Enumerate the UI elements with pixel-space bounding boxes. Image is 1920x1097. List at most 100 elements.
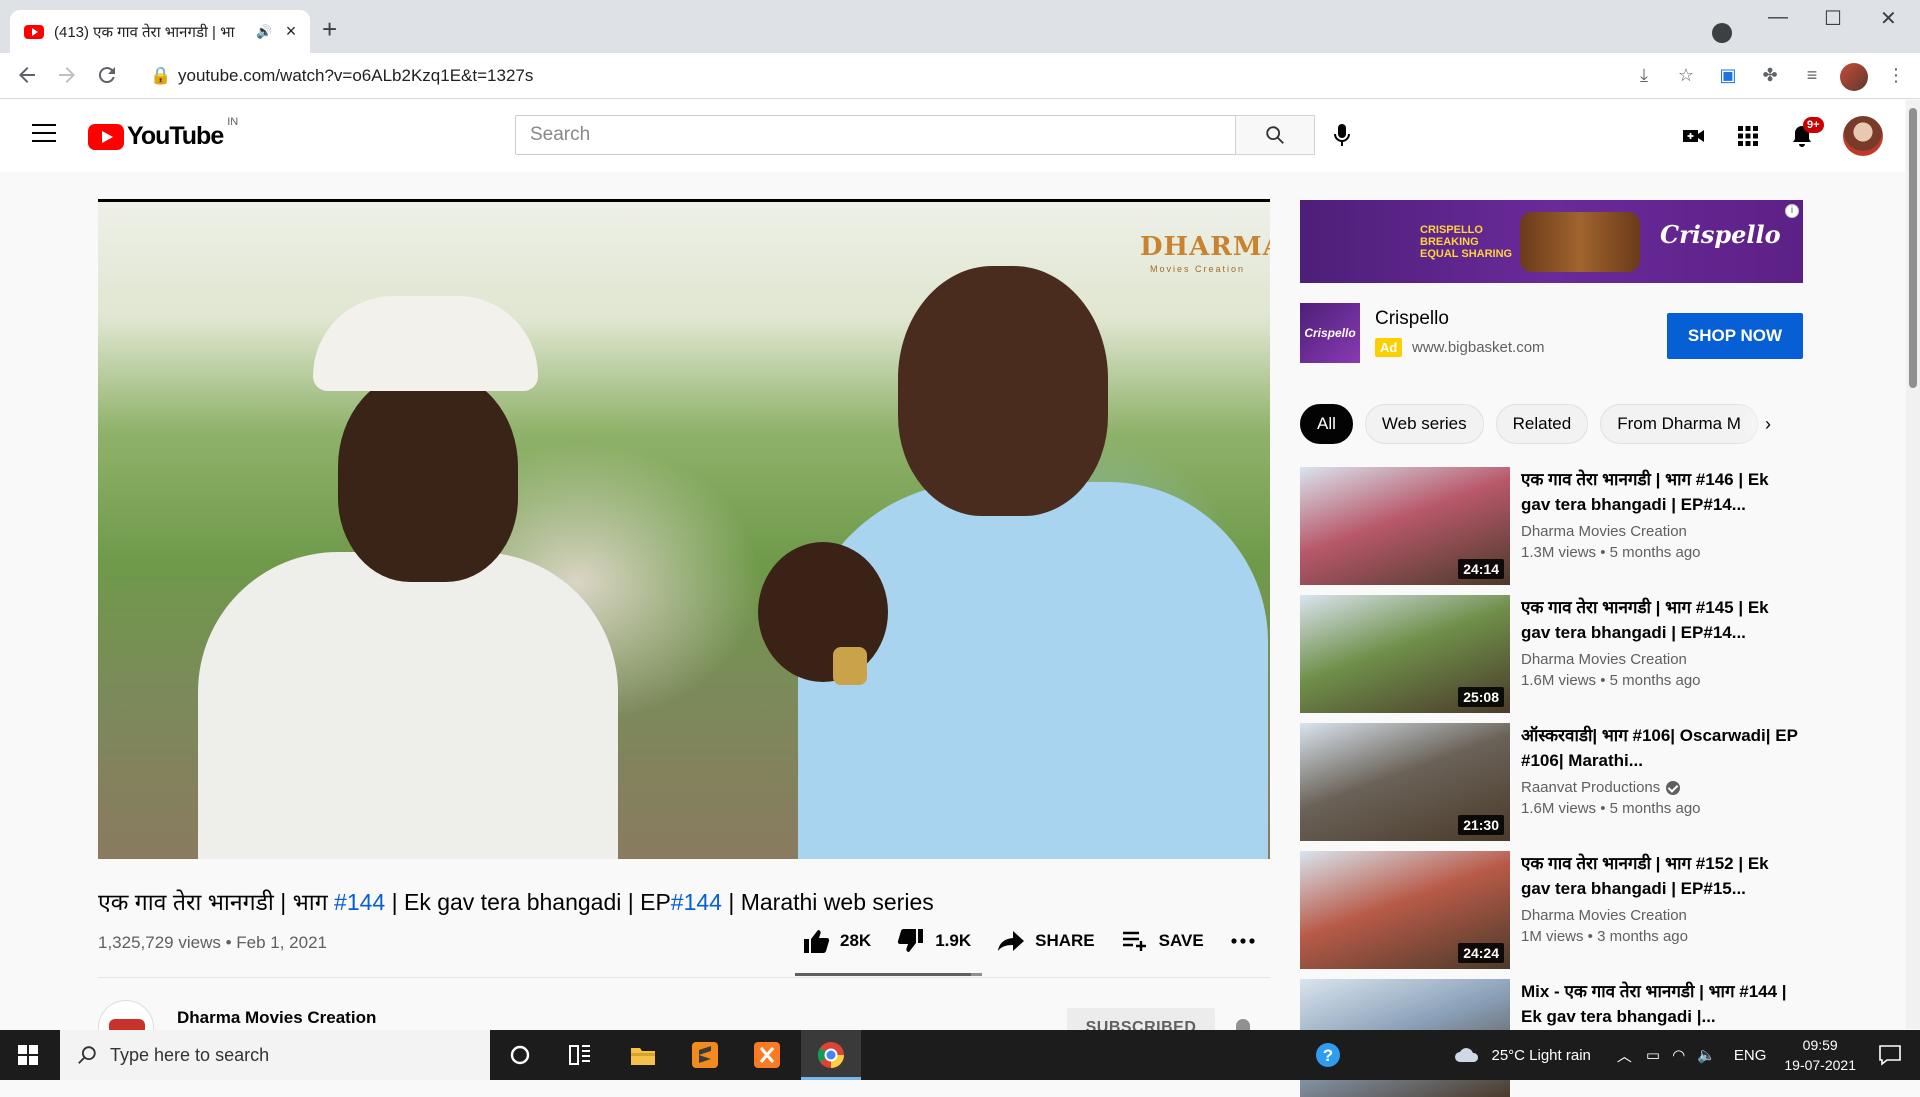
recommendation-item[interactable]: 24:14 एक गाव तेरा भानगडी | भाग #146 | Ek … — [1300, 467, 1805, 585]
forward-arrow-icon[interactable] — [55, 63, 79, 87]
shop-now-button[interactable]: SHOP NOW — [1667, 313, 1803, 359]
recommendation-title[interactable]: Mix - एक गाव तेरा भानगडी | भाग #144 | Ek… — [1521, 979, 1800, 1029]
battery-icon[interactable]: ▭ — [1646, 1046, 1660, 1064]
volume-icon[interactable]: 🔈 — [1697, 1046, 1716, 1064]
new-tab-plus-icon[interactable]: + — [322, 14, 337, 45]
dislike-button[interactable]: 1.9K — [897, 928, 971, 954]
youtube-logo[interactable]: YouTube IN — [88, 116, 238, 151]
page-scrollbar[interactable] — [1906, 100, 1920, 1029]
more-actions-button[interactable] — [1230, 937, 1266, 945]
video-frame[interactable]: DHARMA Movies Creation — [98, 202, 1270, 859]
task-view-icon[interactable] — [565, 1040, 595, 1070]
recommendation-channel[interactable]: Dharma Movies Creation — [1521, 907, 1800, 924]
window-close-icon[interactable]: ✕ — [1880, 6, 1897, 31]
window-minimize-icon[interactable]: — — [1768, 6, 1788, 29]
recommendation-channel[interactable]: Raanvat Productions — [1521, 779, 1800, 796]
taskbar-search-box[interactable]: Type here to search — [60, 1030, 490, 1080]
ad-brand-name[interactable]: Crispello — [1375, 308, 1449, 330]
recommendation-details[interactable]: एक गाव तेरा भानगडी | भाग #152 | Ek gav t… — [1510, 851, 1800, 969]
hashtag-link[interactable]: #144 — [334, 889, 385, 915]
video-thumbnail[interactable]: 24:24 — [1300, 851, 1510, 969]
like-button[interactable]: 28K — [802, 928, 871, 954]
taskbar-clock[interactable]: 09:59 19-07-2021 — [1784, 1035, 1856, 1075]
recommendation-title[interactable]: ऑस्करवाडी| भाग #106| Oscarwadi| EP #106|… — [1521, 723, 1800, 773]
xampp-icon[interactable] — [752, 1040, 782, 1070]
save-button[interactable]: SAVE — [1121, 929, 1204, 953]
media-control-icon[interactable]: ≡ — [1798, 65, 1826, 89]
search-button[interactable] — [1235, 115, 1315, 155]
recommendation-item[interactable]: 24:24 एक गाव तेरा भानगडी | भाग #152 | Ek … — [1300, 851, 1805, 969]
channel-watermark: DHARMA — [1140, 232, 1270, 262]
lock-icon[interactable]: 🔒 — [150, 66, 171, 86]
bookmark-star-icon[interactable]: ☆ — [1672, 65, 1700, 89]
recommendation-item[interactable]: 21:30 ऑस्करवाडी| भाग #106| Oscarwadi| EP … — [1300, 723, 1805, 841]
tray-chevron-up-icon[interactable]: ︿ — [1617, 1045, 1632, 1066]
help-icon[interactable]: ? — [1313, 1040, 1343, 1070]
recommendation-title[interactable]: एक गाव तेरा भानगडी | भाग #152 | Ek gav t… — [1521, 851, 1800, 901]
extensions-puzzle-icon[interactable]: ✤ — [1756, 65, 1784, 89]
chip-all[interactable]: All — [1300, 404, 1353, 444]
save-label: SAVE — [1158, 931, 1204, 950]
address-bar[interactable]: 🔒 youtube.com/watch?v=o6ALb2Kzq1E&t=1327… — [138, 59, 1698, 93]
video-thumbnail[interactable]: 25:08 — [1300, 595, 1510, 713]
search-input[interactable]: Search — [515, 115, 1235, 155]
recommendation-details[interactable]: एक गाव तेरा भानगडी | भाग #145 | Ek gav t… — [1510, 595, 1800, 713]
recommendation-item[interactable]: 25:08 एक गाव तेरा भानगडी | भाग #145 | Ek … — [1300, 595, 1805, 713]
create-video-icon[interactable] — [1681, 123, 1707, 149]
ad-brand-logo[interactable]: Crispello — [1300, 303, 1360, 363]
guide-menu-icon[interactable] — [32, 124, 56, 148]
chips-next-chevron-icon[interactable]: › — [1765, 414, 1771, 435]
share-button[interactable]: SHARE — [997, 929, 1095, 953]
ad-info-icon[interactable]: i — [1785, 204, 1799, 218]
chip-web-series[interactable]: Web series — [1364, 404, 1484, 444]
weather-cloud-icon[interactable] — [1453, 1045, 1481, 1065]
cortana-icon[interactable] — [505, 1040, 535, 1070]
view-count-and-date: 1,325,729 views • Feb 1, 2021 — [98, 933, 327, 952]
recommendation-channel[interactable]: Dharma Movies Creation — [1521, 523, 1800, 540]
header-actions: 9+ — [1681, 116, 1883, 156]
install-app-icon[interactable]: ⤓ — [1630, 65, 1658, 89]
channel-name[interactable]: Dharma Movies Creation — [177, 1008, 376, 1028]
thumbs-up-icon — [804, 930, 830, 953]
recommendation-title[interactable]: एक गाव तेरा भानगडी | भाग #146 | Ek gav t… — [1521, 467, 1800, 517]
tab-audio-speaker-icon[interactable]: 🔊 — [256, 24, 274, 40]
chip-from-channel[interactable]: From Dharma M — [1600, 404, 1758, 444]
scrollbar-thumb[interactable] — [1909, 108, 1917, 388]
reload-icon[interactable] — [95, 63, 119, 87]
chrome-menu-icon[interactable]: ⋮ — [1882, 65, 1910, 89]
recommendation-channel[interactable]: Dharma Movies Creation — [1521, 651, 1800, 668]
video-thumbnail[interactable]: 21:30 — [1300, 723, 1510, 841]
notifications-button[interactable]: 9+ — [1789, 117, 1824, 149]
extension-translate-icon[interactable]: ▣ — [1714, 65, 1742, 89]
tab-search-chevron-icon[interactable] — [1712, 23, 1732, 43]
voice-search-mic-icon[interactable] — [1330, 122, 1354, 150]
url-text: youtube.com/watch?v=o6ALb2Kzq1E&t=1327s — [178, 66, 534, 85]
file-explorer-icon[interactable] — [628, 1040, 658, 1070]
chip-related[interactable]: Related — [1495, 404, 1589, 444]
dislike-count: 1.9K — [935, 931, 972, 950]
recommendation-details[interactable]: ऑस्करवाडी| भाग #106| Oscarwadi| EP #106|… — [1510, 723, 1800, 841]
back-arrow-icon[interactable] — [15, 63, 39, 87]
video-thumbnail[interactable]: 24:14 — [1300, 467, 1510, 585]
browser-tab-youtube[interactable]: (413) एक गाव तेरा भानगडी | भा 🔊 × — [10, 10, 310, 53]
recommendation-views: 1.3M views • 5 months ago — [1521, 544, 1701, 561]
apps-grid-icon[interactable] — [1735, 123, 1761, 149]
video-figure-left-cap — [313, 296, 538, 391]
chrome-profile-avatar[interactable] — [1840, 63, 1868, 91]
taskbar-chrome-app[interactable] — [801, 1030, 861, 1080]
ad-banner-image[interactable]: CRISPELLO BREAKING EQUAL SHARING Crispel… — [1300, 200, 1803, 283]
video-figure-right — [798, 482, 1268, 859]
action-center-icon[interactable] — [1878, 1044, 1902, 1066]
account-avatar[interactable] — [1843, 116, 1883, 156]
recommendation-details[interactable]: एक गाव तेरा भानगडी | भाग #146 | Ek gav t… — [1510, 467, 1800, 585]
weather-text[interactable]: 25°C Light rain — [1491, 1047, 1590, 1064]
hashtag-link[interactable]: #144 — [671, 889, 722, 915]
video-player[interactable]: DHARMA Movies Creation — [98, 199, 1270, 859]
windows-start-icon[interactable] — [18, 1045, 38, 1065]
window-maximize-icon[interactable]: ☐ — [1824, 6, 1842, 31]
tab-close-icon[interactable]: × — [282, 21, 300, 42]
input-language[interactable]: ENG — [1734, 1047, 1767, 1064]
wifi-icon[interactable]: ◠ — [1672, 1046, 1685, 1064]
sublime-text-icon[interactable] — [690, 1040, 720, 1070]
recommendation-title[interactable]: एक गाव तेरा भानगडी | भाग #145 | Ek gav t… — [1521, 595, 1800, 645]
